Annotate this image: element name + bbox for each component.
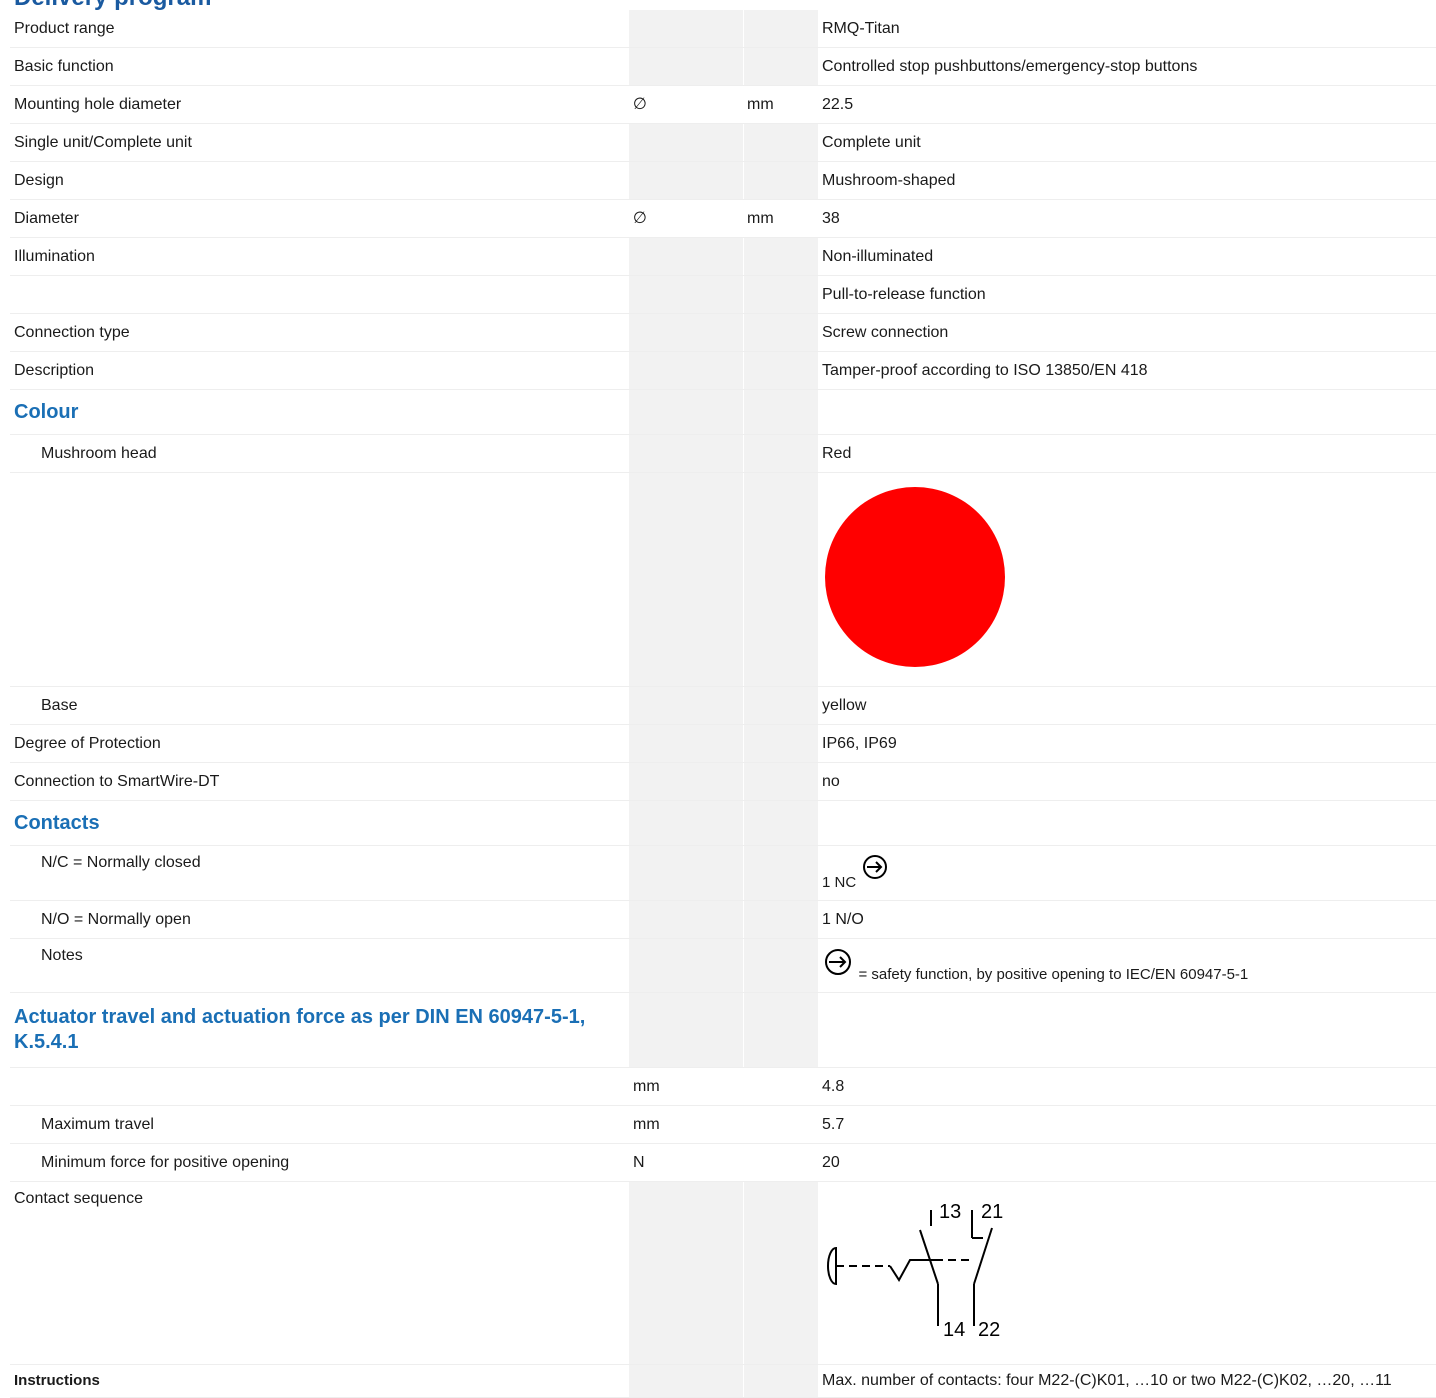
label-nc: N/C = Normally closed (10, 845, 629, 901)
value-design: Mushroom-shaped (818, 161, 1436, 200)
value-illumination: Non-illuminated (818, 237, 1436, 276)
positive-opening-icon (862, 855, 887, 879)
value-smartwire: no (818, 762, 1436, 801)
row-single-complete: Single unit/Complete unit Complete unit (10, 123, 1436, 162)
label-illumination: Illumination (10, 237, 629, 276)
row-basic-function: Basic function Controlled stop pushbutto… (10, 47, 1436, 86)
label-product-range: Product range (10, 10, 629, 48)
label-diameter: Diameter (10, 199, 629, 238)
value-notes-cell: = safety function, by positive opening t… (818, 938, 1436, 993)
positive-opening-icon (825, 949, 851, 975)
unit-min-force: N (629, 1143, 743, 1182)
value-nc-cell: 1 NC (818, 845, 1436, 901)
value-basic-function: Controlled stop pushbuttons/emergency-st… (818, 47, 1436, 86)
label-contact-sequence: Contact sequence (10, 1181, 629, 1365)
label-notes: Notes (10, 938, 629, 993)
section-contacts: Contacts (10, 800, 1436, 846)
value-travel: 4.8 (818, 1067, 1436, 1106)
label-no: N/O = Normally open (10, 900, 629, 939)
value-protection: IP66, IP69 (818, 724, 1436, 763)
terminal-14: 14 (943, 1319, 965, 1341)
value-notes: = safety function, by positive opening t… (858, 966, 1249, 983)
contact-sequence-diagram-cell: 13 21 14 22 (818, 1181, 1436, 1365)
unit-travel: mm (629, 1067, 743, 1106)
label-min-force: Minimum force for positive opening (10, 1143, 629, 1182)
row-design: Design Mushroom-shaped (10, 161, 1436, 200)
value-base: yellow (818, 686, 1436, 725)
value-diameter: 38 (818, 199, 1436, 238)
red-circle-swatch (825, 487, 1005, 667)
contacts-heading: Contacts (10, 800, 629, 846)
row-protection: Degree of Protection IP66, IP69 (10, 724, 1436, 763)
contact-sequence-diagram: 13 21 14 22 (827, 1201, 1003, 1341)
label-instructions: Instructions (10, 1364, 629, 1398)
value-single-complete: Complete unit (818, 123, 1436, 162)
terminal-22: 22 (978, 1319, 1000, 1341)
label-smartwire: Connection to SmartWire-DT (10, 762, 629, 801)
row-base: Base yellow (10, 686, 1436, 725)
row-description: Description Tamper-proof according to IS… (10, 351, 1436, 390)
value-instructions: Max. number of contacts: four M22-(C)K01… (818, 1364, 1436, 1398)
value-description: Tamper-proof according to ISO 13850/EN 4… (818, 351, 1436, 390)
row-instructions: Instructions Max. number of contacts: fo… (10, 1364, 1436, 1398)
row-smartwire: Connection to SmartWire-DT no (10, 762, 1436, 801)
value-mushroom-head: Red (818, 434, 1436, 473)
value-product-range: RMQ-Titan (818, 10, 1436, 48)
label-design: Design (10, 161, 629, 200)
label-max-travel: Maximum travel (10, 1105, 629, 1144)
top-section-heading-clip: Delivery program (0, 0, 1436, 10)
row-diameter: Diameter ∅ mm 38 (10, 199, 1436, 238)
label-description: Description (10, 351, 629, 390)
row-illumination: Illumination Non-illuminated (10, 237, 1436, 276)
value-no: 1 N/O (818, 900, 1436, 939)
label-basic-function: Basic function (10, 47, 629, 86)
unit-mounting-hole: mm (743, 85, 818, 124)
value-max-travel: 5.7 (818, 1105, 1436, 1144)
row-contact-sequence: Contact sequence 13 21 14 22 (10, 1181, 1436, 1365)
top-section-heading: Delivery program (14, 0, 211, 10)
row-mounting-hole: Mounting hole diameter ∅ mm 22.5 (10, 85, 1436, 124)
row-no: N/O = Normally open 1 N/O (10, 900, 1436, 939)
terminal-21: 21 (981, 1201, 1003, 1223)
section-actuator: Actuator travel and actuation force as p… (10, 992, 1436, 1068)
label-pull-release (10, 275, 629, 314)
row-min-force: Minimum force for positive opening N 20 (10, 1143, 1436, 1182)
terminal-13: 13 (939, 1201, 961, 1223)
value-pull-release: Pull-to-release function (818, 275, 1436, 314)
label-single-complete: Single unit/Complete unit (10, 123, 629, 162)
label-mushroom-head: Mushroom head (10, 434, 629, 473)
row-nc: N/C = Normally closed 1 NC (10, 845, 1436, 901)
label-mounting-hole: Mounting hole diameter (10, 85, 629, 124)
row-mushroom-head: Mushroom head Red (10, 434, 1436, 473)
row-notes: Notes = safety function, by positive ope… (10, 938, 1436, 993)
row-colour-swatch (10, 472, 1436, 687)
label-base: Base (10, 686, 629, 725)
unit-diameter: mm (743, 199, 818, 238)
unit-max-travel: mm (629, 1105, 743, 1144)
row-connection-type: Connection type Screw connection (10, 313, 1436, 352)
diameter-symbol: ∅ (629, 199, 743, 238)
value-min-force: 20 (818, 1143, 1436, 1182)
value-mounting-hole: 22.5 (818, 85, 1436, 124)
row-max-travel: Maximum travel mm 5.7 (10, 1105, 1436, 1144)
colour-swatch-cell (818, 472, 1436, 687)
actuator-heading: Actuator travel and actuation force as p… (10, 992, 629, 1068)
colour-heading: Colour (10, 389, 629, 435)
row-pull-release: Pull-to-release function (10, 275, 1436, 314)
label-connection-type: Connection type (10, 313, 629, 352)
value-connection-type: Screw connection (818, 313, 1436, 352)
diameter-symbol: ∅ (629, 85, 743, 124)
mushroom-actuator-symbol (827, 1246, 837, 1285)
value-nc: 1 NC (822, 874, 857, 891)
section-colour: Colour (10, 389, 1436, 435)
spec-table: Product range RMQ-Titan Basic function C… (10, 10, 1436, 1398)
label-protection: Degree of Protection (10, 724, 629, 763)
row-travel: mm 4.8 (10, 1067, 1436, 1106)
row-product-range: Product range RMQ-Titan (10, 10, 1436, 48)
